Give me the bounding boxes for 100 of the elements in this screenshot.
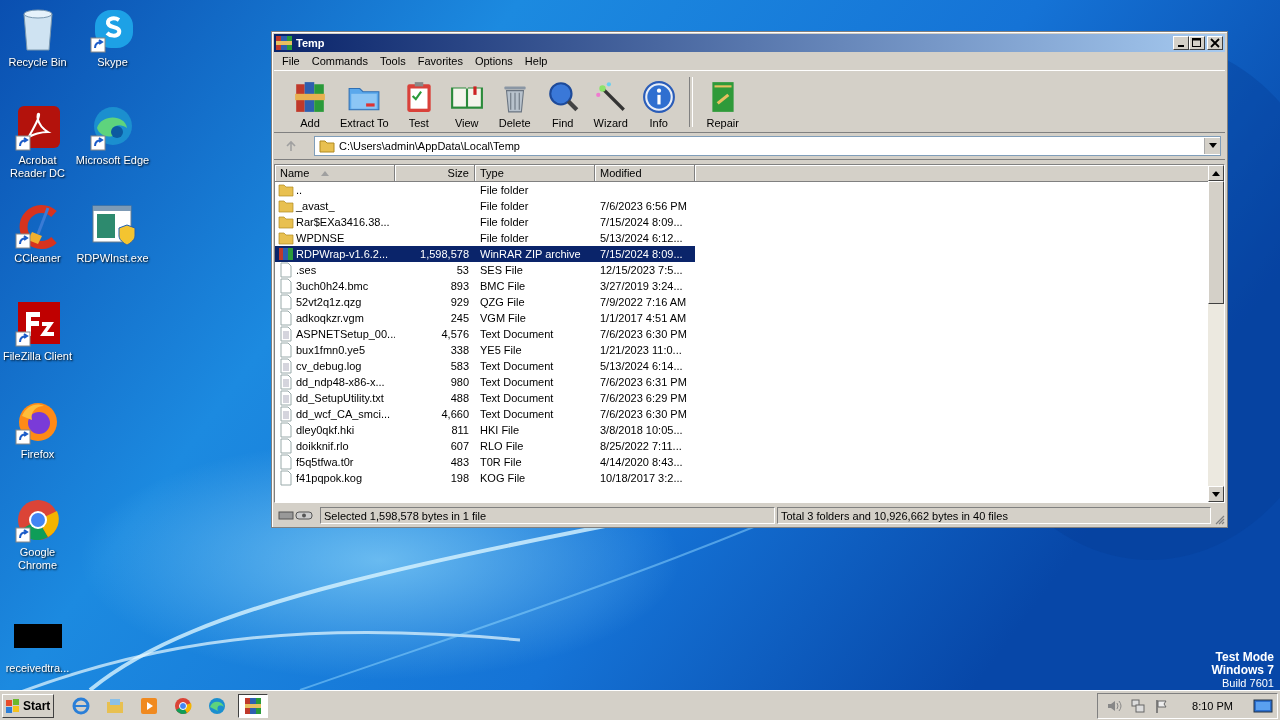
- column-header[interactable]: Modified: [595, 165, 695, 182]
- file-row[interactable]: dd_SetupUtility.txt 488 Text Document 7/6/2023 6:29 PM: [275, 390, 695, 406]
- column-header[interactable]: Type: [475, 165, 595, 182]
- file-modified: 7/6/2023 6:31 PM: [600, 376, 687, 388]
- file-name[interactable]: f41pqpok.kog: [296, 472, 363, 484]
- menu-item[interactable]: File: [276, 55, 306, 67]
- minimize-icon: [1178, 45, 1184, 47]
- file-row[interactable]: dd_ndp48-x86-x... 980 Text Document 7/6/2023 6:31 PM: [275, 374, 695, 390]
- file-row[interactable]: dley0qkf.hki 811 HKI File 3/8/2018 10:05...: [275, 422, 695, 438]
- file-modified: 3/8/2018 10:05...: [600, 424, 683, 436]
- file-name[interactable]: .ses: [296, 264, 317, 276]
- file-size: 929: [450, 296, 469, 308]
- file-name[interactable]: dd_wcf_CA_smci...: [296, 408, 391, 420]
- maximize-button[interactable]: [1189, 36, 1205, 50]
- file-name[interactable]: adkoqkzr.vgm: [296, 312, 364, 324]
- menu-item[interactable]: Tools: [374, 55, 412, 67]
- file-row[interactable]: WPDNSE File folder 5/13/2024 6:12...: [275, 230, 695, 246]
- minimize-button[interactable]: [1173, 36, 1189, 50]
- file-name[interactable]: doikknif.rlo: [296, 440, 349, 452]
- file-modified: 1/21/2023 11:0...: [600, 344, 682, 356]
- file-name[interactable]: 3uch0h24.bmc: [296, 280, 369, 292]
- file-name[interactable]: cv_debug.log: [296, 360, 362, 372]
- file-name[interactable]: f5q5tfwa.t0r: [296, 456, 354, 468]
- document-icon: [278, 374, 294, 390]
- file-name[interactable]: WPDNSE: [296, 232, 345, 244]
- scroll-up-button[interactable]: [1208, 165, 1224, 181]
- file-type: KOG File: [480, 472, 526, 484]
- archive-icon: [243, 695, 263, 716]
- file-row[interactable]: ASPNETSetup_00... 4,576 Text Document 7/6/2023 6:30 PM: [275, 326, 695, 342]
- menu-item[interactable]: Help: [518, 55, 554, 67]
- file-name[interactable]: ASPNETSetup_00...: [296, 328, 395, 340]
- file-modified: 5/13/2024 6:12...: [600, 232, 683, 244]
- file-name[interactable]: dd_SetupUtility.txt: [296, 392, 384, 404]
- file-row[interactable]: _avast_ File folder 7/6/2023 6:56 PM: [275, 198, 695, 214]
- toolbar-button[interactable]: Test: [394, 80, 443, 129]
- app-icon[interactable]: [13, 104, 62, 152]
- file-type: Text Document: [480, 376, 554, 388]
- file-row[interactable]: 52vt2q1z.qzg 929 QZG File 7/9/2022 7:16 AM: [275, 294, 695, 310]
- file-type: Text Document: [480, 392, 554, 404]
- close-button[interactable]: [1207, 36, 1223, 50]
- file-name[interactable]: dley0qkf.hki: [296, 424, 355, 436]
- address-bar[interactable]: C:\Users\admin\AppData\Local\Temp: [314, 136, 1221, 156]
- show-desktop-icon[interactable]: [1253, 697, 1273, 714]
- column-header[interactable]: Size: [395, 165, 475, 182]
- file-row[interactable]: doikknif.rlo 607 RLO File 8/25/2022 7:11...: [275, 438, 695, 454]
- file-row[interactable]: .. File folder: [275, 182, 695, 198]
- scrollbar[interactable]: [1208, 165, 1224, 502]
- menu-item[interactable]: Commands: [305, 55, 374, 67]
- file-name[interactable]: bux1fmn0.ye5: [296, 344, 366, 356]
- file-type: BMC File: [480, 280, 526, 292]
- dropdown-button[interactable]: [1204, 138, 1220, 154]
- file-size: 4,576: [441, 328, 469, 340]
- toolbar-button[interactable]: Delete: [490, 80, 539, 129]
- column-header[interactable]: Name: [275, 165, 395, 182]
- os-notice-text: Build 7601: [1222, 677, 1274, 690]
- file-row[interactable]: RDPWrap-v1.6.2... 1,598,578 WinRAR ZIP archive 7/15/2024 8:09...: [275, 246, 695, 262]
- status-selection: Selected 1,598,578 bytes in 1 file: [320, 506, 775, 524]
- file-row[interactable]: adkoqkzr.vgm 245 VGM File 1/1/2017 4:51 AM: [275, 310, 695, 326]
- taskbar-app-button[interactable]: [238, 693, 268, 718]
- menu-item[interactable]: Options: [468, 55, 519, 67]
- file-row[interactable]: f5q5tfwa.t0r 483 T0R File 4/14/2020 8:43...: [275, 454, 695, 470]
- toolbar-button[interactable]: Add: [286, 80, 334, 129]
- file-type: QZG File: [480, 296, 525, 308]
- menu-item[interactable]: Favorites: [411, 55, 469, 67]
- start-button[interactable]: Start: [2, 693, 54, 718]
- address-field[interactable]: C:\Users\admin\AppData\Local\Temp: [339, 140, 1204, 152]
- file-row[interactable]: 3uch0h24.bmc 893 BMC File 3/27/2019 3:24...: [275, 278, 695, 294]
- file-modified: 5/13/2024 6:14...: [600, 360, 683, 372]
- file-row[interactable]: .ses 53 SES File 12/15/2023 7:5...: [275, 262, 695, 278]
- resize-grip[interactable]: [1213, 513, 1225, 525]
- scroll-down-button[interactable]: [1208, 486, 1224, 502]
- file-name[interactable]: dd_ndp48-x86-x...: [296, 376, 385, 388]
- file-modified: 3/27/2019 3:24...: [600, 280, 683, 292]
- clock[interactable]: 8:10 PM: [1192, 699, 1233, 712]
- file-row[interactable]: dd_wcf_CA_smci... 4,660 Text Document 7/6/2023 6:30 PM: [275, 406, 695, 422]
- file-size: 338: [450, 344, 469, 356]
- toolbar-button[interactable]: Info: [634, 80, 683, 129]
- file-row[interactable]: cv_debug.log 583 Text Document 5/13/2024 6:14...: [275, 358, 695, 374]
- file-size: 893: [450, 280, 469, 292]
- file-name[interactable]: 52vt2q1z.qzg: [296, 296, 362, 308]
- toolbar-button[interactable]: Extract To: [334, 80, 395, 129]
- file-row[interactable]: Rar$EXa3416.38... File folder 7/15/2024 8:09...: [275, 214, 695, 230]
- toolbar-button[interactable]: View: [442, 80, 491, 129]
- file-name[interactable]: _avast_: [296, 200, 335, 212]
- network-icon[interactable]: [1130, 697, 1147, 714]
- file-row[interactable]: f41pqpok.kog 198 KOG File 10/18/2017 3:2...: [275, 470, 695, 486]
- os-notice-text: Test Mode: [1215, 651, 1274, 664]
- file-name[interactable]: Rar$EXa3416.38...: [296, 216, 390, 228]
- desktop-icon-label: receivedtra...: [5, 662, 70, 675]
- app-icon[interactable]: [13, 300, 62, 348]
- folder-icon: [278, 198, 294, 214]
- file-name[interactable]: RDPWrap-v1.6.2...: [296, 248, 389, 260]
- up-arrow-icon: [1212, 170, 1220, 176]
- toolbar-button[interactable]: Wizard: [586, 80, 635, 129]
- file-modified: 7/9/2022 7:16 AM: [600, 296, 687, 308]
- toolbar-button[interactable]: Find: [538, 80, 587, 129]
- file-row[interactable]: bux1fmn0.ye5 338 YE5 File 1/21/2023 11:0...: [275, 342, 695, 358]
- toolbar-button[interactable]: Repair: [698, 80, 747, 129]
- file-name[interactable]: ..: [296, 184, 303, 196]
- scroll-thumb[interactable]: [1208, 181, 1224, 304]
